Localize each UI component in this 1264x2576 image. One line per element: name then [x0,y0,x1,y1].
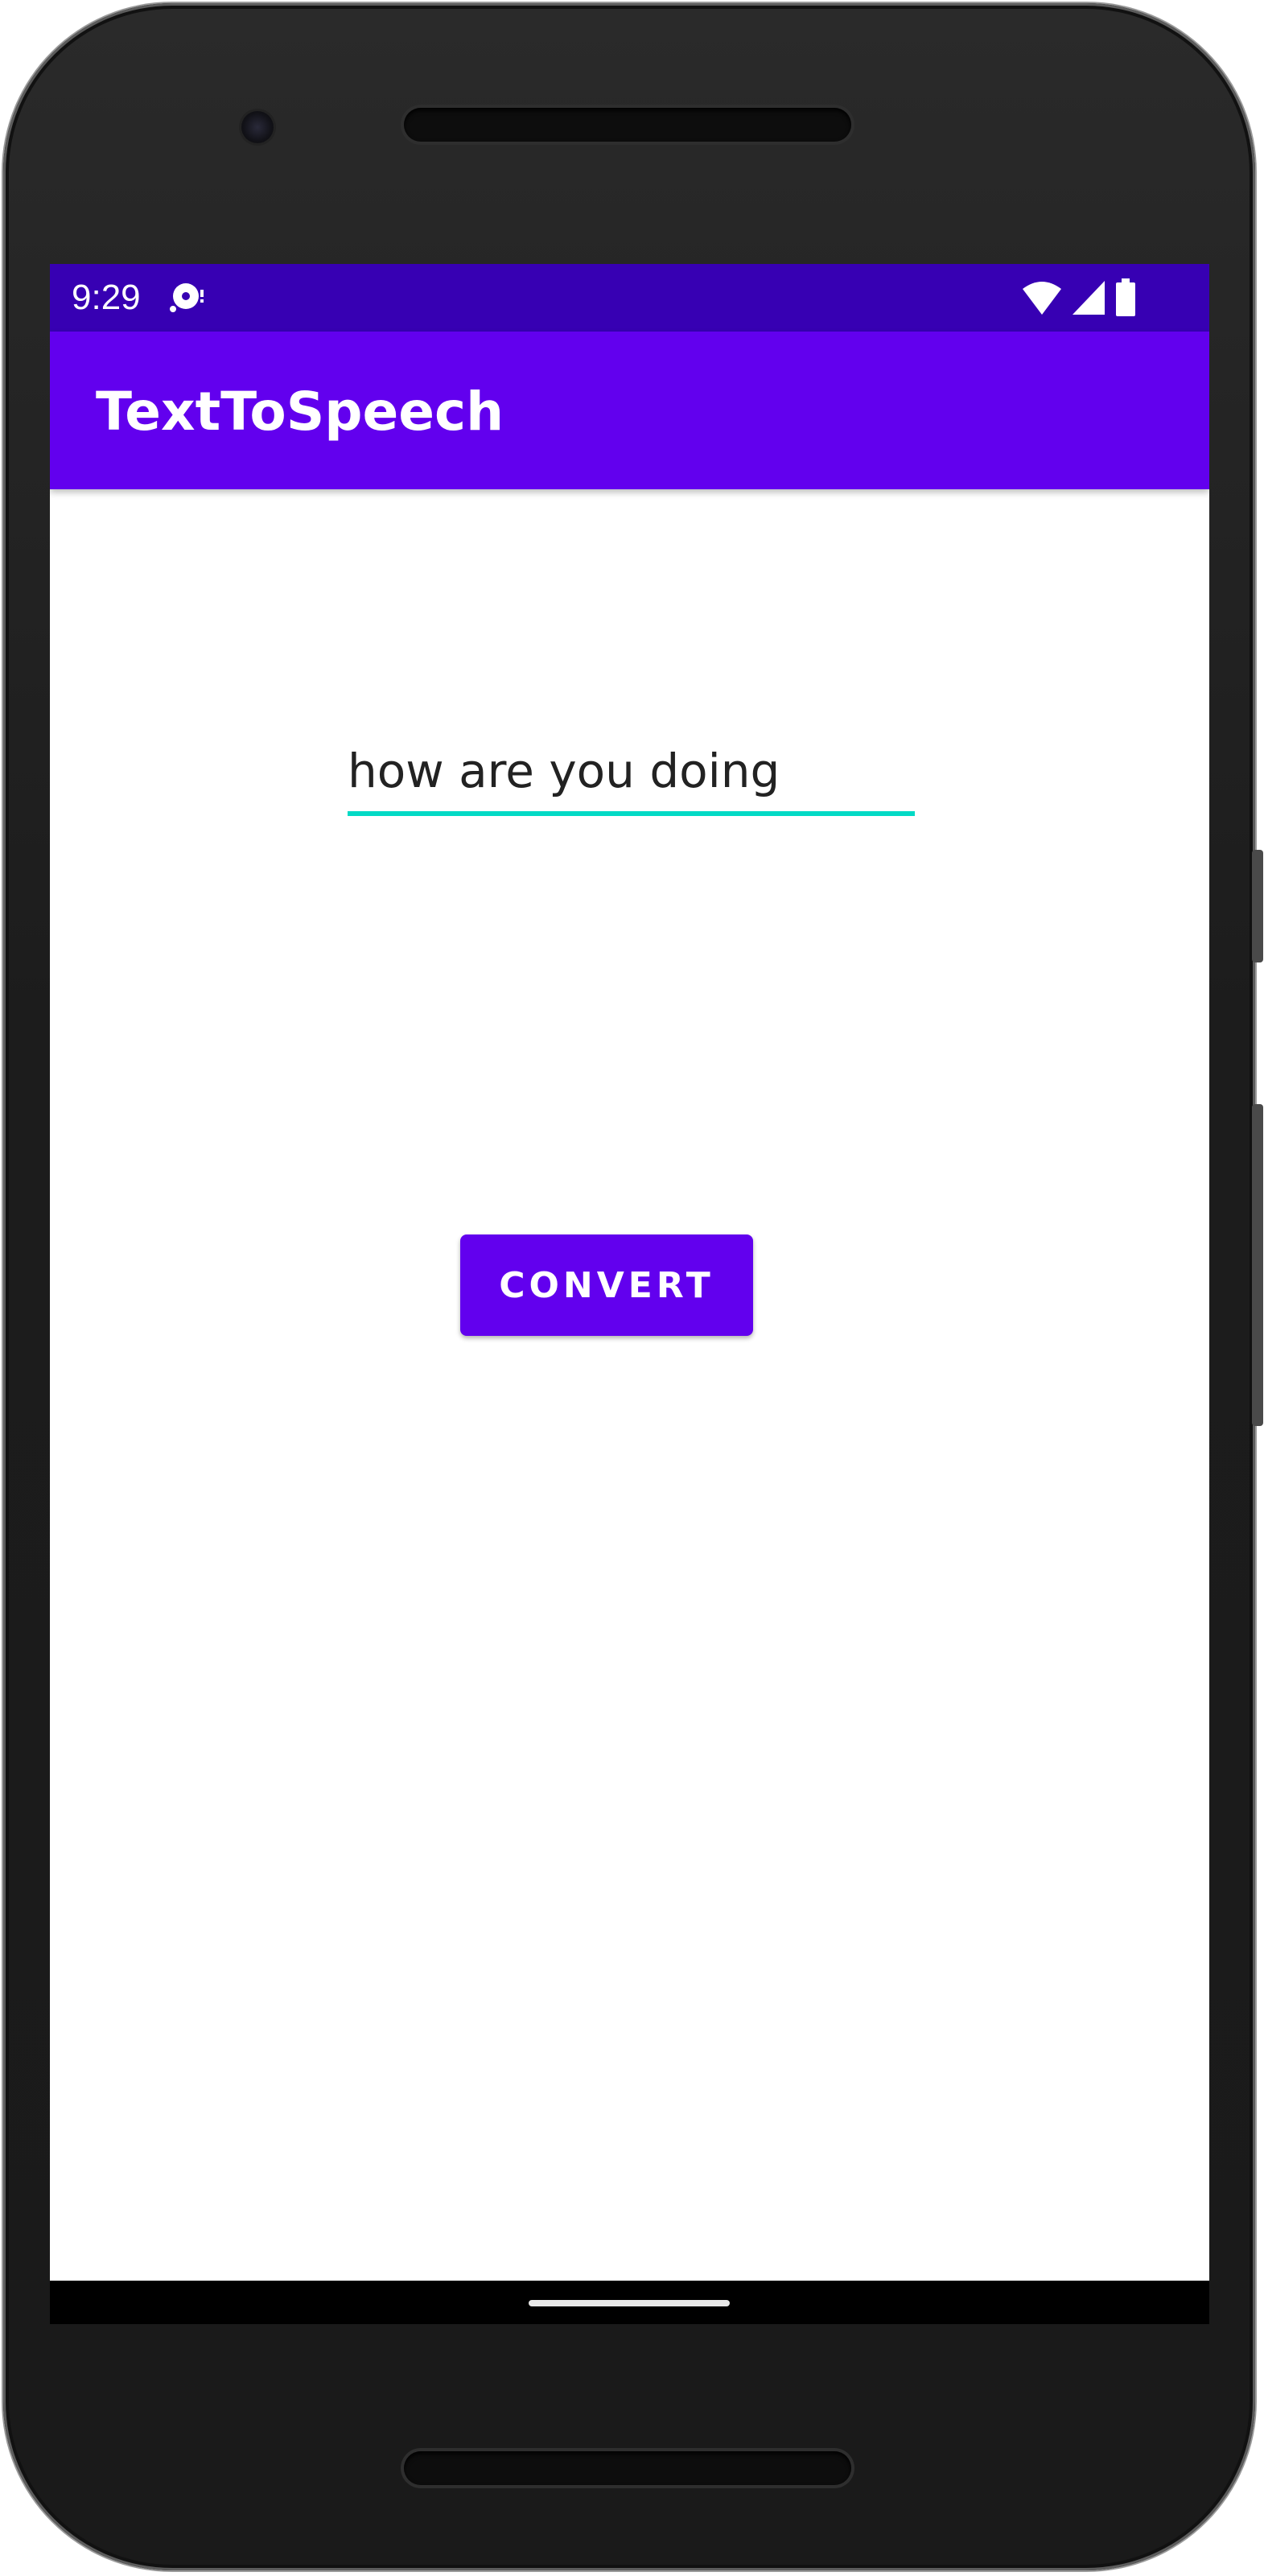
media-notification-icon [167,278,207,323]
power-button [1252,1104,1263,1426]
front-camera-icon [241,111,274,143]
status-bar: 9:29 [50,264,1209,332]
speech-text-input[interactable] [348,731,915,816]
bottom-speaker [404,2451,851,2485]
wifi-icon [1021,279,1063,320]
status-time: 9:29 [72,278,141,317]
earpiece-speaker [404,108,851,142]
status-icons [1021,278,1137,321]
cell-signal-icon [1071,279,1106,320]
convert-button[interactable]: CONVERT [460,1234,753,1336]
battery-icon [1114,278,1137,321]
home-gesture-pill[interactable] [529,2300,730,2306]
navigation-bar [50,2281,1209,2324]
device-screen: 9:29 TextToSpeech how are you doing CONV… [50,264,1209,2324]
app-bar: TextToSpeech [50,332,1209,489]
app-title: TextToSpeech [96,381,504,443]
volume-button [1252,850,1263,962]
